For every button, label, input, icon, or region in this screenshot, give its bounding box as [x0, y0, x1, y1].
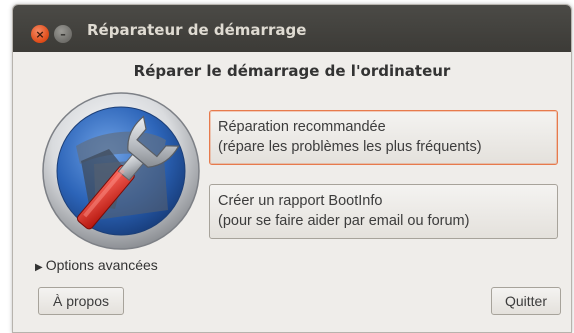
- window-title: Réparateur de démarrage: [87, 21, 307, 39]
- title-bar[interactable]: × – Réparateur de démarrage: [13, 5, 571, 52]
- recommended-repair-subtitle: (répare les problèmes les plus fréquents…: [218, 139, 482, 155]
- advanced-options-label: Options avancées: [45, 257, 158, 273]
- close-button[interactable]: ×: [31, 25, 49, 43]
- minimize-icon: –: [60, 27, 66, 41]
- close-icon: ×: [35, 27, 45, 41]
- expander-arrow-icon: ▶: [35, 262, 43, 273]
- page-title: Réparer le démarrage de l'ordinateur: [133, 62, 451, 80]
- app-window: × – Réparateur de démarrage Réparer le d…: [12, 4, 572, 333]
- bootinfo-report-button[interactable]: Créer un rapport BootInfo (pour se faire…: [209, 184, 558, 239]
- quit-button[interactable]: Quitter: [491, 287, 561, 315]
- bootinfo-label: Créer un rapport BootInfo: [218, 193, 383, 209]
- advanced-options-expander[interactable]: ▶ Options avancées: [35, 257, 158, 273]
- minimize-button[interactable]: –: [54, 25, 72, 43]
- recommended-repair-label: Réparation recommandée: [218, 119, 386, 135]
- wrench-gear-icon: [42, 92, 200, 250]
- recommended-repair-button[interactable]: Réparation recommandée (répare les probl…: [209, 110, 558, 165]
- about-button[interactable]: À propos: [38, 287, 124, 315]
- bootinfo-subtitle: (pour se faire aider par email ou forum): [218, 213, 470, 229]
